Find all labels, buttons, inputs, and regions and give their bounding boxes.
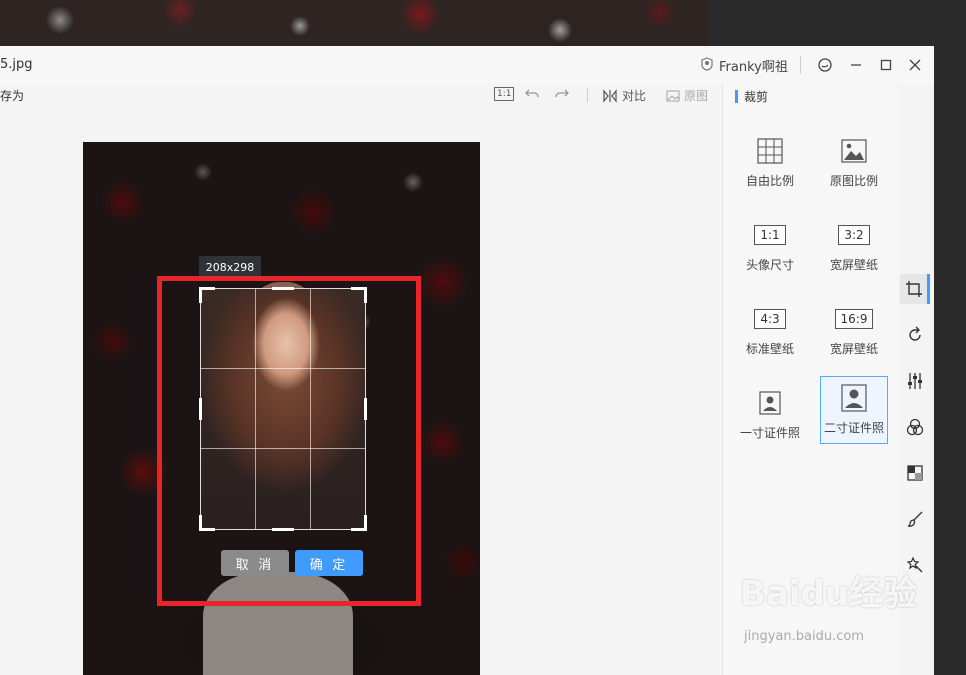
preset-label: 一寸证件照 xyxy=(739,426,800,440)
grid-line xyxy=(255,289,256,529)
crop-selection[interactable] xyxy=(199,287,367,531)
image-icon xyxy=(841,136,867,166)
watermark-url: jingyan.baidu.com xyxy=(744,629,864,644)
preset-label: 标准壁纸 xyxy=(745,342,794,356)
photo: 208x298 取 消 确 定 xyxy=(83,142,480,675)
crop-handle-top-left[interactable] xyxy=(199,287,202,303)
original-label: 原图 xyxy=(684,89,709,103)
user-name: Franky啊祖 xyxy=(719,60,788,75)
ratio-16-9-icon: 16:9 xyxy=(834,304,874,334)
preset-label: 自由比例 xyxy=(745,174,794,188)
top-toolbar: 存为 1:1 对比 原图 xyxy=(0,84,722,106)
minimize-icon[interactable] xyxy=(845,54,867,76)
crop-tool-icon[interactable] xyxy=(900,274,930,304)
preset-label: 头像尺寸 xyxy=(745,258,794,272)
crop-handle-bottom-left[interactable] xyxy=(199,515,202,531)
titlebar-divider xyxy=(800,56,801,74)
crop-handle-right[interactable] xyxy=(364,398,367,420)
preset-2-inch-id-photo[interactable]: 二寸证件照 xyxy=(820,376,888,444)
brush-tool-icon[interactable] xyxy=(900,504,930,534)
adjust-tool-icon[interactable] xyxy=(900,366,930,396)
ratio-3-2-icon: 3:2 xyxy=(838,220,870,250)
rotate-tool-icon[interactable] xyxy=(900,320,930,350)
preset-original-ratio[interactable]: 原图比例 xyxy=(820,130,888,198)
crop-handle-top[interactable] xyxy=(272,287,294,290)
grid-line xyxy=(201,368,365,369)
crop-panel-title: 裁剪 xyxy=(744,90,769,104)
crop-handle-bottom-right[interactable] xyxy=(364,515,367,531)
compare-icon xyxy=(603,88,617,103)
feedback-icon[interactable] xyxy=(814,54,836,76)
preset-label: 宽屏壁纸 xyxy=(829,258,878,272)
actual-size-button[interactable]: 1:1 xyxy=(494,87,515,101)
undo-icon[interactable] xyxy=(524,87,540,101)
image-canvas: 208x298 取 消 确 定 xyxy=(0,106,722,675)
preset-1-inch-id-photo[interactable]: 一寸证件照 xyxy=(736,382,804,450)
preset-label: 原图比例 xyxy=(829,174,878,188)
crop-confirm-button[interactable]: 确 定 xyxy=(295,550,363,576)
ratio-1-1-icon: 1:1 xyxy=(754,220,786,250)
original-image-icon xyxy=(666,89,680,102)
ratio-text: 3:2 xyxy=(838,225,870,245)
title-bar: 5.jpg Franky啊祖 xyxy=(0,46,934,84)
preset-widescreen-3-2[interactable]: 3:2 宽屏壁纸 xyxy=(820,214,888,282)
grid-line xyxy=(201,448,365,449)
window-title: 5.jpg xyxy=(0,57,33,72)
compare-label: 对比 xyxy=(622,89,647,103)
preset-standard-wallpaper[interactable]: 4:3 标准壁纸 xyxy=(736,298,804,366)
baidu-watermark: Baidu经验 xyxy=(740,574,918,614)
id-photo-icon xyxy=(841,383,867,413)
mosaic-tool-icon[interactable] xyxy=(900,458,930,488)
ratio-text: 1:1 xyxy=(754,225,786,245)
preset-free-ratio[interactable]: 自由比例 xyxy=(736,130,804,198)
crop-panel-header: 裁剪 xyxy=(735,88,768,105)
toolbar-divider xyxy=(587,88,588,102)
crop-handle-top-right[interactable] xyxy=(364,287,367,303)
ratio-4-3-icon: 4:3 xyxy=(754,304,786,334)
header-accent-bar xyxy=(735,90,738,103)
crop-size-tooltip: 208x298 xyxy=(199,256,261,278)
original-button[interactable]: 原图 xyxy=(666,87,708,104)
redo-icon[interactable] xyxy=(554,87,570,101)
preset-label: 二寸证件照 xyxy=(823,421,884,435)
id-photo-icon xyxy=(759,388,781,418)
user-account[interactable]: Franky啊祖 xyxy=(700,56,788,75)
grid-icon xyxy=(757,136,783,166)
close-icon[interactable] xyxy=(904,54,926,76)
preset-widescreen-16-9[interactable]: 16:9 宽屏壁纸 xyxy=(820,298,888,366)
background-photo-strip xyxy=(0,0,708,46)
preset-avatar[interactable]: 1:1 头像尺寸 xyxy=(736,214,804,282)
ratio-text: 4:3 xyxy=(754,309,786,329)
crop-cancel-button[interactable]: 取 消 xyxy=(221,550,289,576)
preset-label: 宽屏壁纸 xyxy=(829,342,878,356)
filter-tool-icon[interactable] xyxy=(900,412,930,442)
crop-handle-left[interactable] xyxy=(199,398,202,420)
actual-size-icon: 1:1 xyxy=(494,87,515,101)
crop-handle-bottom[interactable] xyxy=(272,528,294,531)
compare-button[interactable]: 对比 xyxy=(602,87,646,104)
user-avatar-icon xyxy=(700,56,714,75)
save-as-button[interactable]: 存为 xyxy=(0,87,24,104)
grid-line xyxy=(310,289,311,529)
maximize-icon[interactable] xyxy=(875,54,897,76)
ratio-text: 16:9 xyxy=(834,309,874,329)
